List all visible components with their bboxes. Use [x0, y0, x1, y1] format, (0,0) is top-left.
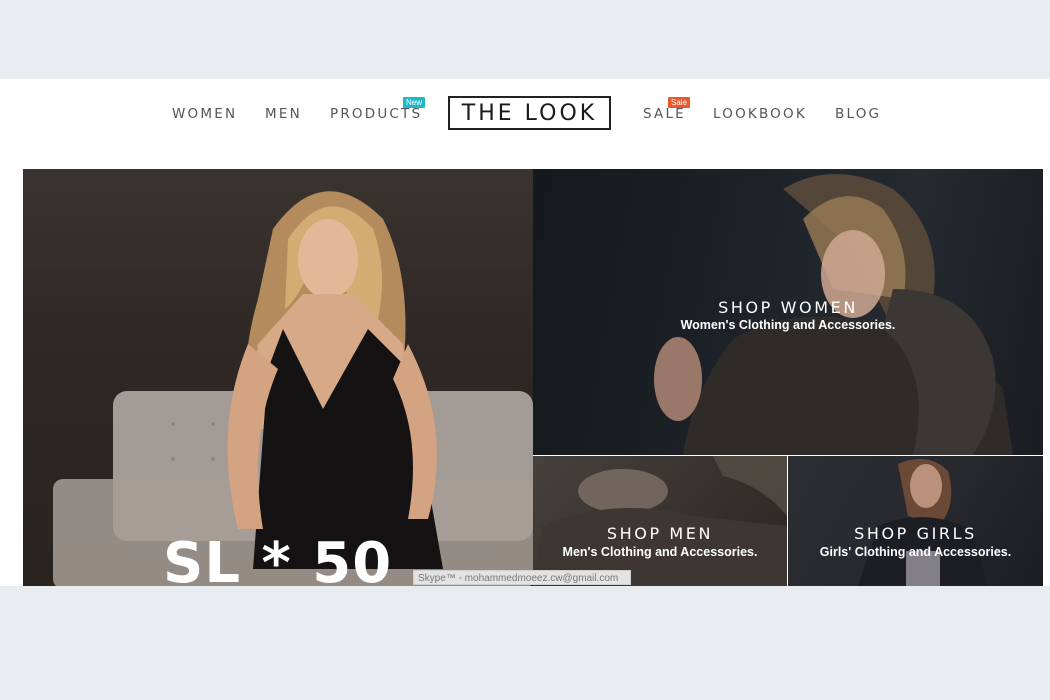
nav-men-link[interactable]: MEN [265, 106, 302, 122]
shop-men-title: SHOP MEN [606, 524, 714, 543]
promo-text: SL * 50 [163, 531, 393, 586]
shop-men-tile[interactable]: SHOP MEN Men's Clothing and Accessories. [533, 456, 787, 586]
site-logo[interactable]: THE LOOK [448, 96, 611, 130]
new-badge: New [403, 97, 426, 108]
nav-sale-link[interactable]: SALE [643, 106, 686, 122]
nav-products-link[interactable]: PRODUCTS [330, 106, 422, 122]
nav-lookbook-link[interactable]: LOOKBOOK [713, 106, 807, 122]
shop-girls-subtitle: Girls' Clothing and Accessories. [819, 545, 1012, 559]
shop-girls-title: SHOP GIRLS [854, 524, 977, 543]
nav-women-link[interactable]: WOMEN [172, 106, 237, 122]
shop-women-title: SHOP WOMEN [718, 298, 858, 317]
shop-girls-tile[interactable]: SHOP GIRLS Girls' Clothing and Accessori… [788, 456, 1043, 586]
shop-men-subtitle: Men's Clothing and Accessories. [562, 545, 758, 559]
nav-blog-link[interactable]: BLOG [835, 106, 881, 122]
men-photo [533, 456, 787, 586]
sale-badge: Sale [668, 97, 691, 108]
model-photo [53, 191, 533, 586]
shop-women-tile[interactable]: SHOP WOMEN Women's Clothing and Accessor… [533, 169, 1043, 455]
skype-watermark: Skype™ - mohammedmoeez.cw@gmail.com [413, 570, 631, 585]
main-navigation: WOMEN MEN PRODUCTS New THE LOOK SALE Sal… [0, 79, 1050, 169]
featured-banner[interactable]: SL * 50 [23, 169, 533, 586]
shop-women-subtitle: Women's Clothing and Accessories. [680, 318, 896, 332]
girls-photo [858, 458, 988, 586]
page-content: WOMEN MEN PRODUCTS New THE LOOK SALE Sal… [0, 79, 1050, 586]
hero-grid: SL * 50 SHOP WOMEN Women's Clothing and … [23, 169, 1043, 586]
